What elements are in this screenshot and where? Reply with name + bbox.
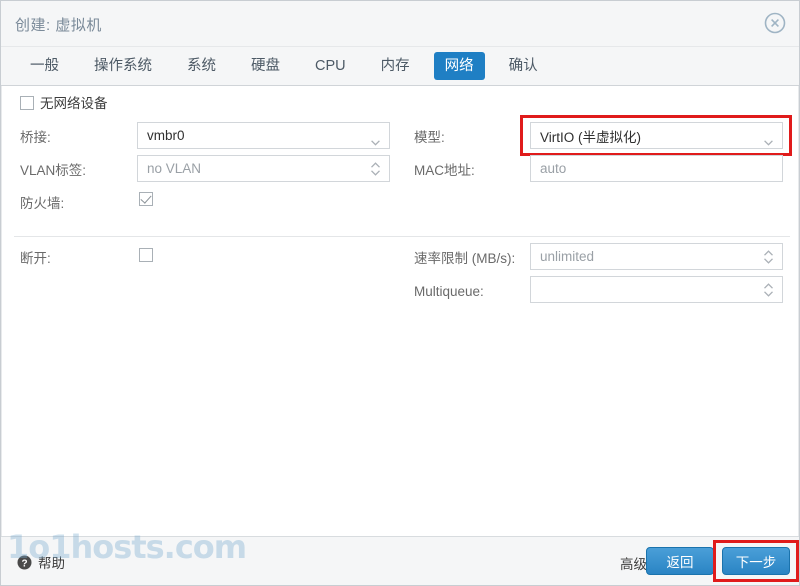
rate-limit-label: 速率限制 (MB/s): [414, 251, 516, 266]
wizard-tabs: 一般 操作系统 系统 硬盘 CPU 内存 网络 确认 [1, 47, 799, 86]
tab-system[interactable]: 系统 [176, 52, 227, 80]
section-divider [14, 236, 790, 237]
tab-cpu[interactable]: CPU [304, 52, 357, 80]
multiqueue-label: Multiqueue: [414, 284, 484, 299]
disconnect-checkbox[interactable] [139, 248, 153, 262]
question-mark-circle-icon: ? [17, 555, 32, 570]
bridge-label: 桥接: [20, 130, 51, 145]
chevron-down-icon [764, 133, 773, 146]
svg-text:?: ? [21, 558, 27, 569]
firewall-checkbox[interactable] [139, 192, 153, 206]
bridge-dropdown[interactable]: vmbr0 [137, 122, 390, 149]
tab-general[interactable]: 一般 [19, 52, 70, 80]
advanced-label: 高级 [620, 557, 647, 572]
mac-address-label: MAC地址: [414, 163, 475, 178]
spinner-arrows-icon[interactable] [763, 249, 774, 265]
next-button[interactable]: 下一步 [722, 547, 790, 575]
spinner-arrows-icon[interactable] [763, 282, 774, 298]
chevron-down-icon [371, 133, 380, 146]
dialog-footer: ? 帮助 高级 返回 下一步 [1, 536, 799, 585]
no-network-device-checkbox[interactable] [20, 96, 34, 110]
vlan-tag-label: VLAN标签: [20, 163, 87, 178]
spinner-arrows-icon[interactable] [370, 161, 381, 177]
multiqueue-spinner[interactable] [530, 276, 783, 303]
disconnect-label: 断开: [20, 251, 51, 266]
network-settings-panel: 无网络设备 桥接: vmbr0 VLAN标签: no VLAN 防火墙: 模型:… [1, 86, 799, 536]
vlan-tag-value: no VLAN [147, 161, 202, 176]
tab-disk[interactable]: 硬盘 [240, 52, 291, 80]
create-vm-dialog: 创建: 虚拟机 一般 操作系统 系统 硬盘 CPU 内存 网络 确认 无网络设备… [0, 0, 800, 586]
tab-os[interactable]: 操作系统 [83, 52, 163, 80]
tab-network[interactable]: 网络 [433, 52, 485, 80]
help-label: 帮助 [38, 556, 65, 571]
back-button[interactable]: 返回 [646, 547, 714, 575]
model-value: VirtIO (半虚拟化) [540, 129, 641, 145]
firewall-label: 防火墙: [20, 196, 65, 211]
bridge-value: vmbr0 [147, 128, 185, 143]
rate-limit-spinner[interactable]: unlimited [530, 243, 783, 270]
help-button[interactable]: ? 帮助 [17, 552, 65, 572]
model-label: 模型: [414, 130, 445, 145]
dialog-titlebar: 创建: 虚拟机 [1, 1, 799, 47]
model-dropdown[interactable]: VirtIO (半虚拟化) [530, 122, 783, 149]
vlan-tag-spinner[interactable]: no VLAN [137, 155, 390, 182]
rate-limit-value: unlimited [540, 249, 595, 264]
mac-address-value: auto [540, 161, 567, 176]
dialog-title: 创建: 虚拟机 [15, 17, 102, 34]
mac-address-input[interactable]: auto [530, 155, 783, 182]
tab-confirm[interactable]: 确认 [498, 52, 549, 80]
tab-memory[interactable]: 内存 [370, 52, 421, 80]
no-network-device-label: 无网络设备 [40, 96, 108, 111]
close-circle-icon[interactable] [763, 11, 787, 35]
